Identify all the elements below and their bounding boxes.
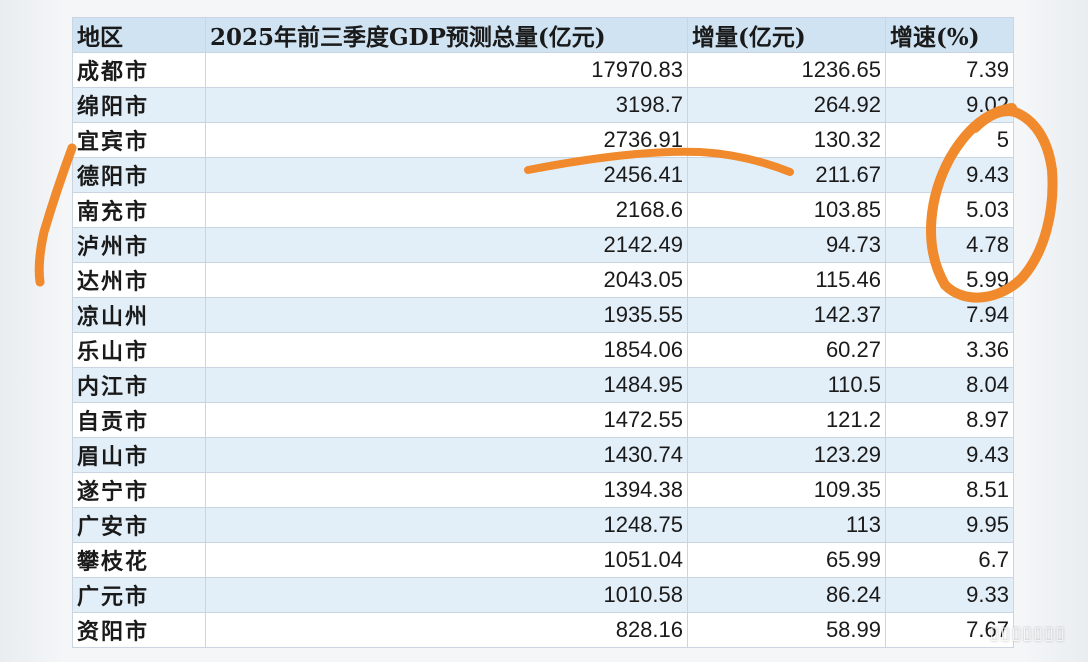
cell-region: 南充市 xyxy=(72,192,206,228)
header-gdp-total: 2025年前三季度GDP预测总量(亿元) xyxy=(205,17,688,53)
cell-gdp-total: 3198.7 xyxy=(205,87,688,123)
header-region: 地区 xyxy=(72,17,206,53)
table-row: 泸州市 2142.49 94.73 4.78 xyxy=(72,227,1014,263)
cell-increment: 103.85 xyxy=(687,192,886,228)
watermark-logo: ▯▯▯▯▯▯▯ xyxy=(989,623,1066,644)
table-row: 眉山市 1430.74 123.29 9.43 xyxy=(72,437,1014,473)
cell-region: 自贡市 xyxy=(72,402,206,438)
cell-gdp-total: 828.16 xyxy=(205,612,688,648)
table-row: 自贡市 1472.55 121.2 8.97 xyxy=(72,402,1014,438)
cell-growth-rate: 7.39 xyxy=(885,52,1014,88)
cell-growth-rate: 9.95 xyxy=(885,507,1014,543)
cell-increment: 121.2 xyxy=(687,402,886,438)
cell-increment: 1236.65 xyxy=(687,52,886,88)
cell-gdp-total: 2142.49 xyxy=(205,227,688,263)
cell-increment: 60.27 xyxy=(687,332,886,368)
cell-growth-rate: 5.99 xyxy=(885,262,1014,298)
cell-region: 宜宾市 xyxy=(72,122,206,158)
cell-region: 资阳市 xyxy=(72,612,206,648)
cell-region: 乐山市 xyxy=(72,332,206,368)
cell-growth-rate: 8.97 xyxy=(885,402,1014,438)
cell-growth-rate: 3.36 xyxy=(885,332,1014,368)
table-row: 宜宾市 2736.91 130.32 5 xyxy=(72,122,1014,158)
table-body: 成都市 17970.83 1236.65 7.39 绵阳市 3198.7 264.92 9.0… xyxy=(72,52,1014,648)
cell-gdp-total: 2168.6 xyxy=(205,192,688,228)
cell-increment: 94.73 xyxy=(687,227,886,263)
cell-increment: 115.46 xyxy=(687,262,886,298)
cell-increment: 113 xyxy=(687,507,886,543)
cell-increment: 264.92 xyxy=(687,87,886,123)
table-row: 广安市 1248.75 113 9.95 xyxy=(72,507,1014,543)
cell-growth-rate: 8.51 xyxy=(885,472,1014,508)
table-header-row: 地区 2025年前三季度GDP预测总量(亿元) 增量(亿元) 增速(%) xyxy=(72,17,1014,53)
cell-growth-rate: 7.94 xyxy=(885,297,1014,333)
cell-region: 广元市 xyxy=(72,577,206,613)
cell-increment: 109.35 xyxy=(687,472,886,508)
cell-region: 达州市 xyxy=(72,262,206,298)
table-row: 绵阳市 3198.7 264.92 9.02 xyxy=(72,87,1014,123)
cell-growth-rate: 4.78 xyxy=(885,227,1014,263)
cell-increment: 123.29 xyxy=(687,437,886,473)
cell-gdp-total: 1430.74 xyxy=(205,437,688,473)
cell-region: 凉山州 xyxy=(72,297,206,333)
cell-region: 成都市 xyxy=(72,52,206,88)
cell-gdp-total: 1394.38 xyxy=(205,472,688,508)
cell-growth-rate: 9.43 xyxy=(885,157,1014,193)
cell-region: 泸州市 xyxy=(72,227,206,263)
cell-region: 内江市 xyxy=(72,367,206,403)
cell-region: 德阳市 xyxy=(72,157,206,193)
cell-growth-rate: 9.02 xyxy=(885,87,1014,123)
cell-gdp-total: 1935.55 xyxy=(205,297,688,333)
cell-increment: 130.32 xyxy=(687,122,886,158)
gdp-table: 地区 2025年前三季度GDP预测总量(亿元) 增量(亿元) 增速(%) 成都市… xyxy=(72,17,1014,648)
cell-growth-rate: 6.7 xyxy=(885,542,1014,578)
cell-region: 遂宁市 xyxy=(72,472,206,508)
cell-region: 绵阳市 xyxy=(72,87,206,123)
table-row: 乐山市 1854.06 60.27 3.36 xyxy=(72,332,1014,368)
table-row: 广元市 1010.58 86.24 9.33 xyxy=(72,577,1014,613)
cell-growth-rate: 9.43 xyxy=(885,437,1014,473)
cell-gdp-total: 1472.55 xyxy=(205,402,688,438)
cell-gdp-total: 1854.06 xyxy=(205,332,688,368)
cell-growth-rate: 9.33 xyxy=(885,577,1014,613)
header-increment: 增量(亿元) xyxy=(687,17,886,53)
cell-gdp-total: 1248.75 xyxy=(205,507,688,543)
cell-gdp-total: 2456.41 xyxy=(205,157,688,193)
table-row: 攀枝花 1051.04 65.99 6.7 xyxy=(72,542,1014,578)
cell-gdp-total: 1051.04 xyxy=(205,542,688,578)
table-row: 资阳市 828.16 58.99 7.67 xyxy=(72,612,1014,648)
cell-gdp-total: 1010.58 xyxy=(205,577,688,613)
table-row: 南充市 2168.6 103.85 5.03 xyxy=(72,192,1014,228)
cell-increment: 110.5 xyxy=(687,367,886,403)
table-row: 达州市 2043.05 115.46 5.99 xyxy=(72,262,1014,298)
header-growth-rate: 增速(%) xyxy=(885,17,1014,53)
cell-increment: 211.67 xyxy=(687,157,886,193)
cell-growth-rate: 8.04 xyxy=(885,367,1014,403)
cell-gdp-total: 17970.83 xyxy=(205,52,688,88)
cell-increment: 65.99 xyxy=(687,542,886,578)
table-row: 内江市 1484.95 110.5 8.04 xyxy=(72,367,1014,403)
cell-gdp-total: 1484.95 xyxy=(205,367,688,403)
table-row: 成都市 17970.83 1236.65 7.39 xyxy=(72,52,1014,88)
cell-region: 广安市 xyxy=(72,507,206,543)
cell-growth-rate: 5.03 xyxy=(885,192,1014,228)
cell-growth-rate: 5 xyxy=(885,122,1014,158)
table-row: 德阳市 2456.41 211.67 9.43 xyxy=(72,157,1014,193)
table-row: 凉山州 1935.55 142.37 7.94 xyxy=(72,297,1014,333)
table-row: 遂宁市 1394.38 109.35 8.51 xyxy=(72,472,1014,508)
cell-increment: 58.99 xyxy=(687,612,886,648)
cell-gdp-total: 2736.91 xyxy=(205,122,688,158)
cell-increment: 86.24 xyxy=(687,577,886,613)
cell-gdp-total: 2043.05 xyxy=(205,262,688,298)
cell-region: 眉山市 xyxy=(72,437,206,473)
cell-increment: 142.37 xyxy=(687,297,886,333)
cell-region: 攀枝花 xyxy=(72,542,206,578)
